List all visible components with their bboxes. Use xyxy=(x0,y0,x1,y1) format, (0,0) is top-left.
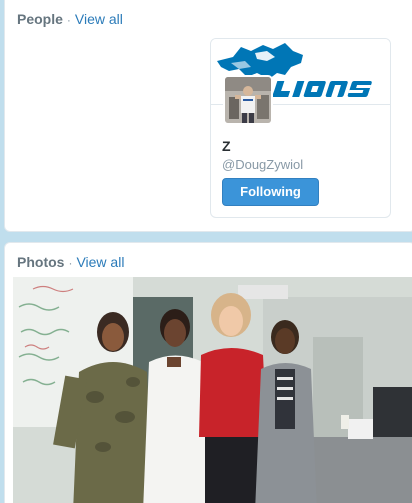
user-card[interactable]: Z @DougZywiol Following xyxy=(210,38,391,218)
photos-view-all-link[interactable]: View all xyxy=(76,254,124,270)
header-separator: · xyxy=(66,13,71,27)
avatar-image xyxy=(225,77,271,123)
photos-header: Photos · View all xyxy=(17,253,124,272)
user-handle[interactable]: @DougZywiol xyxy=(222,157,303,172)
header-separator: · xyxy=(68,256,73,270)
photo-thumbnail[interactable] xyxy=(13,277,412,503)
photos-title: Photos xyxy=(17,254,65,270)
people-title: People xyxy=(17,11,63,27)
user-name[interactable]: Z xyxy=(222,138,231,154)
people-header: People · View all xyxy=(17,10,123,29)
photos-module: Photos · View all xyxy=(4,242,412,503)
people-module: People · View all Z @DougZywiol Followin… xyxy=(4,0,412,232)
following-button[interactable]: Following xyxy=(222,178,319,206)
people-view-all-link[interactable]: View all xyxy=(75,11,123,27)
user-avatar[interactable] xyxy=(223,75,273,125)
group-photo-image xyxy=(13,277,412,503)
